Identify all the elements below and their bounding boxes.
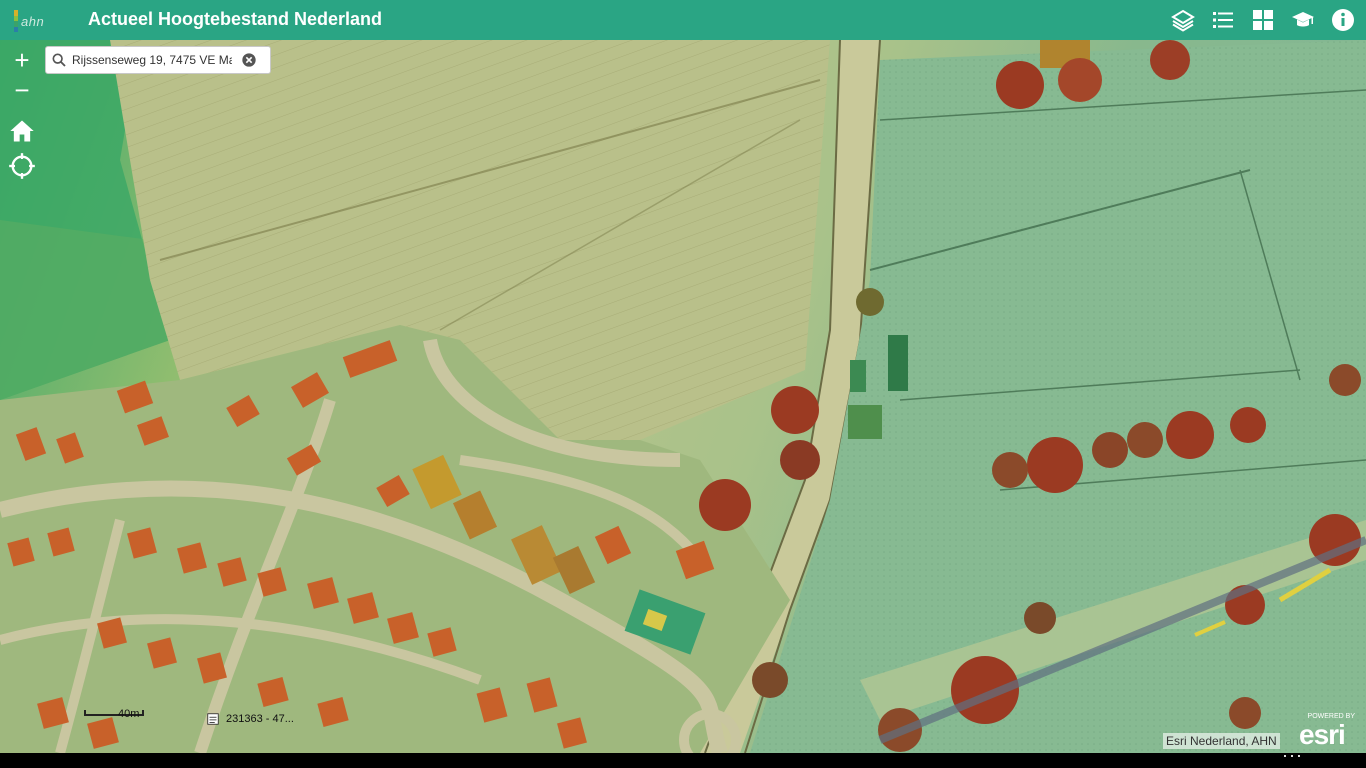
search-icon[interactable] [46,47,72,73]
elevation-raster [0,40,1366,753]
search-widget [45,46,271,74]
app-header: ahn Actueel Hoogtebestand Nederland [0,0,1366,40]
bottom-bar [0,753,1366,768]
clear-search-button[interactable] [238,49,260,71]
coordinate-icon[interactable] [206,712,220,726]
header-toolbar [1168,5,1358,35]
scale-bar-label: 40m [118,708,140,720]
home-icon [10,120,34,142]
esri-brand-text: esri [1299,719,1346,750]
ahn-logo: ahn [14,8,66,34]
page-title: Actueel Hoogtebestand Nederland [88,9,383,29]
esri-logo[interactable]: POWERED BY esri [1297,713,1359,750]
locate-button[interactable] [8,152,36,180]
logo-text: ahn [21,13,45,29]
coordinate-value: 231363 - 47... [226,713,294,725]
basemap-gallery-icon[interactable] [1248,5,1278,35]
home-button[interactable] [8,117,36,145]
zoom-control: + − [7,45,37,105]
coordinate-readout: 231363 - 47... [206,712,294,726]
layers-icon[interactable] [1168,5,1198,35]
education-icon[interactable] [1288,5,1318,35]
close-icon [242,53,256,67]
search-input[interactable] [72,53,232,67]
more-options-icon[interactable]: ··· [1282,746,1303,764]
legend-icon[interactable] [1208,5,1238,35]
info-icon[interactable] [1328,5,1358,35]
elevation-map[interactable] [0,40,1366,753]
scale-bar: 40m [84,708,144,720]
zoom-out-button[interactable]: − [7,75,37,105]
map-attribution: Esri Nederland, AHN [1163,733,1280,749]
logo-color-bars [14,10,18,32]
locate-icon [9,153,35,179]
zoom-in-button[interactable]: + [7,45,37,75]
